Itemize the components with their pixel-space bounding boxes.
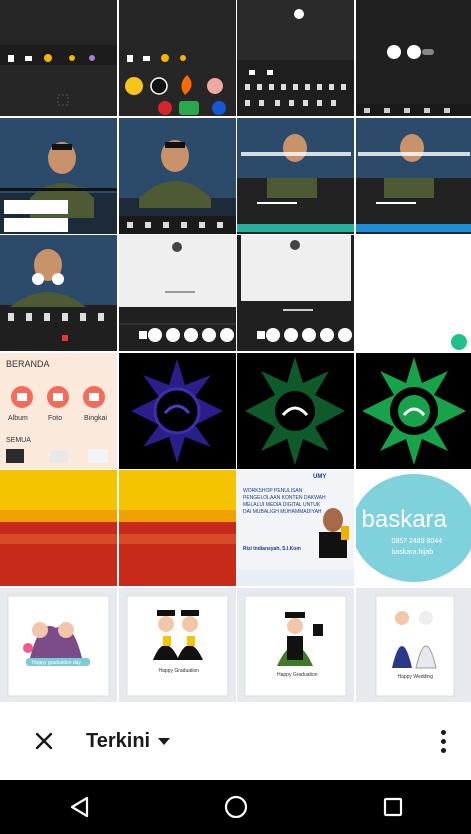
thumb-label-foto: Foto bbox=[48, 414, 63, 422]
thumb-label-album: Album bbox=[8, 414, 28, 422]
thumbnail-image bbox=[0, 587, 117, 704]
thumbnail-image bbox=[118, 117, 236, 234]
album-selector-label[interactable]: Terkini bbox=[86, 730, 150, 753]
thumbnail-r3c4[interactable] bbox=[355, 235, 471, 351]
thumbnail-r5c4[interactable]: baskara 0857 2489 8044 baskara.hijab bbox=[355, 470, 471, 586]
thumbnail-r5c2[interactable] bbox=[118, 470, 236, 586]
thumbnail-image bbox=[237, 587, 354, 704]
thumbnail-image bbox=[237, 117, 354, 234]
photo-grid: BERANDA Album Foto Bingkai SEMUA UMY WOR… bbox=[0, 0, 471, 704]
brand-handle: baskara.hijab bbox=[391, 549, 434, 556]
thumbnail-image bbox=[237, 235, 354, 351]
thumbnail-r5c1[interactable] bbox=[0, 470, 117, 586]
thumbnail-r4c3[interactable] bbox=[237, 352, 354, 469]
caret-down-icon[interactable] bbox=[158, 737, 171, 745]
thumbnail-image bbox=[0, 235, 117, 351]
nav-home-icon[interactable] bbox=[216, 787, 256, 827]
frame-caption: Happy Wedding bbox=[397, 673, 434, 680]
thumbnail-r2c4[interactable] bbox=[355, 117, 471, 234]
thumbnail-image bbox=[118, 587, 236, 704]
thumb-label-bingkai: Bingkai bbox=[84, 414, 107, 422]
thumb-section: SEMUA bbox=[6, 436, 31, 444]
thumbnail-image bbox=[355, 352, 471, 469]
thumbnail-image bbox=[355, 117, 471, 234]
thumb-speaker: Rizi Indiansyah, S.I.Kom bbox=[243, 546, 301, 552]
thumbnail-r2c1[interactable] bbox=[0, 117, 117, 234]
thumbnail-image bbox=[0, 117, 117, 234]
more-vert-icon[interactable] bbox=[431, 721, 455, 761]
thumbnail-r2c2[interactable] bbox=[118, 117, 236, 234]
thumbnail-image bbox=[118, 352, 236, 469]
thumbnail-image bbox=[355, 0, 471, 116]
fab-indicator bbox=[450, 334, 467, 350]
thumbnail-image bbox=[237, 508, 354, 586]
thumbnail-r4c1[interactable]: BERANDA Album Foto Bingkai SEMUA bbox=[0, 352, 117, 469]
bottom-toolbar: Terkini bbox=[0, 702, 471, 780]
thumbnail-image bbox=[0, 352, 117, 469]
thumbnail-image bbox=[118, 0, 236, 116]
thumbnail-r6c3[interactable]: Happy Graduation bbox=[237, 587, 354, 704]
thumbnail-r3c2[interactable] bbox=[118, 235, 236, 351]
thumbnail-r1c1[interactable] bbox=[0, 0, 117, 116]
thumbnail-r1c3[interactable] bbox=[237, 0, 354, 116]
brand-name: baskara bbox=[361, 506, 447, 533]
thumbnail-image bbox=[355, 587, 471, 704]
thumbnail-r1c2[interactable] bbox=[118, 0, 236, 116]
system-nav-bar bbox=[0, 780, 471, 834]
brand-phone: 0857 2489 8044 bbox=[391, 538, 443, 545]
thumbnail-image bbox=[0, 0, 117, 116]
nav-back-icon[interactable] bbox=[59, 787, 99, 827]
thumbnail-r4c2[interactable] bbox=[118, 352, 236, 469]
frame-caption: Happy graduation day bbox=[32, 659, 81, 666]
thumbnail-image bbox=[118, 470, 236, 586]
thumbnail-image bbox=[118, 235, 236, 351]
thumbnail-image bbox=[237, 0, 354, 116]
thumbnail-r6c1[interactable]: Happy graduation day bbox=[0, 587, 117, 704]
thumbnail-image bbox=[237, 352, 354, 469]
thumbnail-image bbox=[0, 470, 117, 586]
thumbnail-r6c2[interactable]: Happy Graduation bbox=[118, 587, 236, 704]
close-icon[interactable] bbox=[24, 721, 64, 761]
thumbnail-r5c3[interactable]: UMY WORKSHOP PENULISAN PENGELOLAAN KONTE… bbox=[237, 470, 354, 586]
frame-caption: Happy Graduation bbox=[277, 671, 318, 678]
thumb-title: BERANDA bbox=[6, 358, 50, 369]
thumbnail-r3c1[interactable] bbox=[0, 235, 117, 351]
nav-recents-icon[interactable] bbox=[373, 787, 413, 827]
thumbnail-r2c3[interactable] bbox=[237, 117, 354, 234]
thumbnail-r3c3[interactable] bbox=[237, 235, 354, 351]
thumbnail-r6c4[interactable]: Happy Wedding bbox=[355, 587, 471, 704]
thumbnail-r1c4[interactable] bbox=[355, 0, 471, 116]
frame-caption: Happy Graduation bbox=[158, 667, 200, 674]
thumbnail-r4c4[interactable] bbox=[355, 352, 471, 469]
